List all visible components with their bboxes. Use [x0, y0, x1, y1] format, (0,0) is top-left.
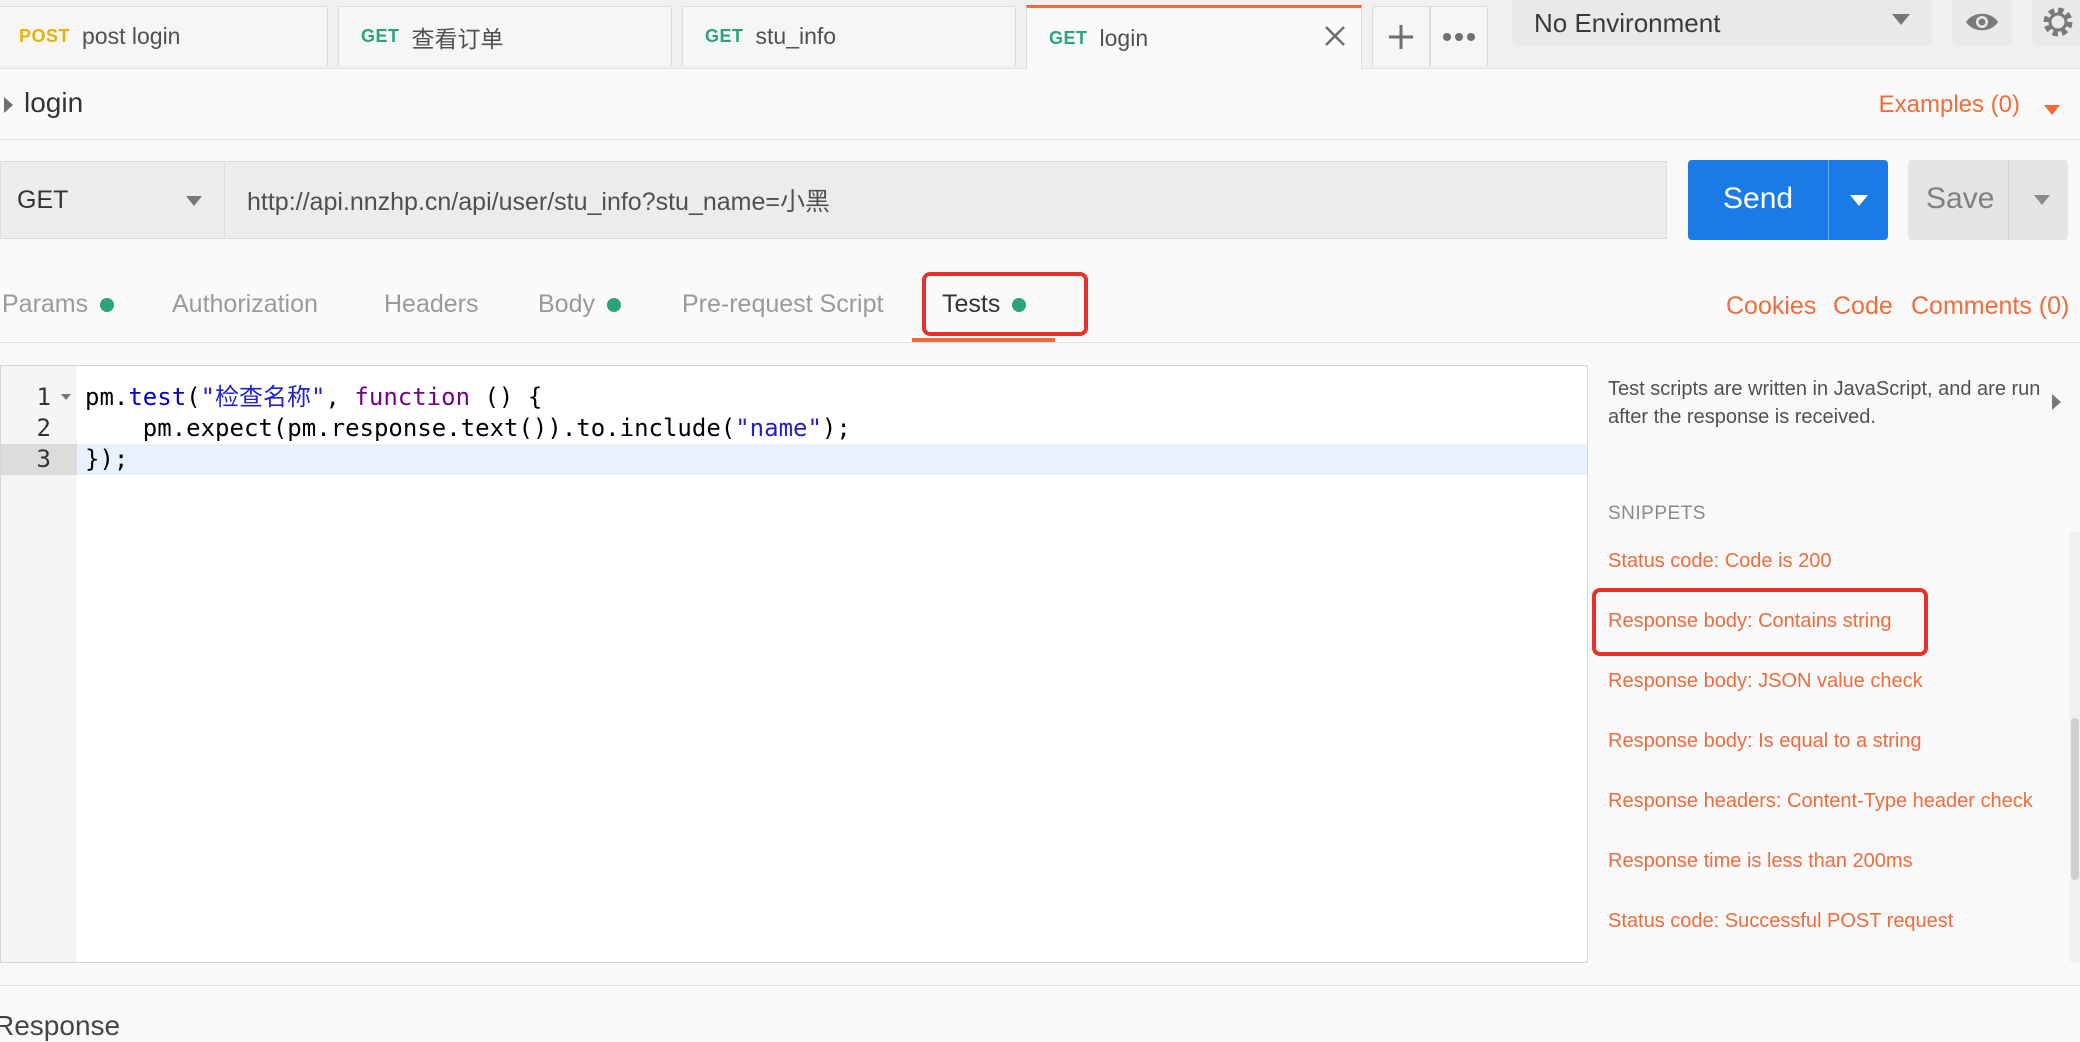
examples-link[interactable]: Examples (0) — [1879, 91, 2020, 119]
comments-link[interactable]: Comments (0) — [1911, 292, 2069, 321]
method-badge: GET — [705, 26, 744, 46]
code-link[interactable]: Code — [1833, 292, 1893, 321]
tab-label: login — [1099, 25, 1149, 51]
save-label: Save — [1926, 182, 1995, 215]
chevron-down-icon — [186, 196, 202, 206]
tab-authorization[interactable]: Authorization — [172, 290, 318, 319]
fold-caret-icon[interactable] — [61, 394, 71, 400]
send-button[interactable]: Send — [1688, 160, 1888, 240]
line-number: 2 — [36, 414, 51, 442]
tab-post-login[interactable]: POST post login — [0, 6, 328, 66]
tab-label: stu_info — [755, 23, 837, 49]
code-line-current[interactable]: 3 }); — [1, 444, 1587, 475]
close-icon[interactable] — [1321, 24, 1349, 52]
request-name[interactable]: login — [24, 87, 83, 119]
chevron-down-icon[interactable] — [2034, 195, 2050, 205]
chevron-down-icon[interactable] — [1850, 195, 1868, 206]
tab-label: Headers — [384, 290, 479, 318]
tab-label: Body — [538, 290, 595, 318]
tab-label: Params — [2, 290, 89, 318]
gutter-cell: 3 — [1, 444, 77, 475]
snippet-item[interactable]: Response body: JSON value check — [1608, 670, 1923, 693]
divider — [1828, 160, 1829, 240]
cookies-link[interactable]: Cookies — [1726, 292, 1816, 321]
chevron-down-icon[interactable] — [2044, 105, 2060, 115]
snippet-item[interactable]: Response headers: Content-Type header ch… — [1608, 790, 2033, 813]
environment-value: No Environment — [1534, 7, 1721, 38]
environment-quick-look-button[interactable] — [1952, 0, 2012, 46]
method-select[interactable]: GET — [0, 161, 225, 239]
save-button[interactable]: Save — [1908, 160, 2068, 240]
highlight-box-snippet — [1592, 588, 1928, 656]
status-dot — [606, 297, 621, 312]
tab-label: 查看订单 — [411, 25, 504, 52]
plus-icon — [1389, 24, 1413, 49]
status-dot — [100, 297, 115, 312]
more-horizontal-icon — [1443, 32, 1475, 41]
active-tab-indicator — [912, 338, 1055, 342]
collapse-panel-icon[interactable] — [2052, 394, 2061, 410]
tab-label: post login — [82, 23, 181, 49]
snippets-heading: SNIPPETS — [1608, 503, 1706, 524]
tab-label: Pre-request Script — [682, 290, 884, 318]
gutter-cell: 2 — [1, 413, 77, 444]
tab-label: Authorization — [172, 290, 318, 318]
request-title-row: login Examples (0) — [0, 69, 2080, 140]
code-line[interactable]: 2 pm.expect(pm.response.text()).to.inclu… — [1, 413, 1587, 444]
response-section-title: Response — [0, 1010, 121, 1041]
scrollbar-thumb[interactable] — [2071, 718, 2079, 880]
send-label: Send — [1723, 182, 1794, 215]
caret-right-icon[interactable] — [4, 97, 13, 113]
new-tab-button[interactable] — [1372, 6, 1430, 66]
line-number: 1 — [36, 383, 51, 411]
tab-view-orders[interactable]: GET 查看订单 — [338, 6, 672, 66]
tab-headers[interactable]: Headers — [384, 290, 479, 319]
tab-pre-request-script[interactable]: Pre-request Script — [682, 290, 883, 319]
environment-select[interactable]: No Environment — [1512, 0, 1932, 46]
eye-icon — [1966, 13, 1998, 31]
code-text: pm.expect(pm.response.text()).to.include… — [85, 414, 851, 442]
snippet-item[interactable]: Response time is less than 200ms — [1608, 850, 1913, 873]
snippet-item[interactable]: Status code: Successful POST request — [1608, 910, 1953, 933]
divider — [0, 985, 2080, 986]
chevron-down-icon — [1892, 14, 1910, 25]
tab-login[interactable]: GET login — [1026, 5, 1362, 69]
code-text: pm.test("检查名称", function () { — [85, 383, 543, 411]
url-input[interactable]: http://api.nnzhp.cn/api/user/stu_info?st… — [225, 161, 1667, 239]
method-value: GET — [17, 185, 69, 214]
highlight-box-tests — [922, 272, 1088, 336]
tab-params[interactable]: Params — [2, 290, 115, 319]
code-text: }); — [85, 445, 129, 473]
snippet-item[interactable]: Status code: Code is 200 — [1608, 550, 1831, 573]
manage-environments-button[interactable] — [2032, 0, 2080, 46]
line-number: 3 — [36, 445, 51, 473]
divider — [2008, 160, 2009, 240]
snippets-help-text: Test scripts are written in JavaScript, … — [1608, 378, 2041, 428]
method-badge: POST — [19, 26, 71, 46]
method-badge: GET — [361, 26, 400, 46]
snippet-item[interactable]: Response body: Is equal to a string — [1608, 730, 1922, 753]
gutter-cell: 1 — [1, 382, 77, 413]
tests-code-editor[interactable]: 1 pm.test("检查名称", function () { 2 pm.exp… — [0, 365, 1588, 963]
tab-options-button[interactable] — [1430, 6, 1488, 66]
tab-stu-info[interactable]: GET stu_info — [682, 6, 1016, 66]
method-badge: GET — [1049, 28, 1088, 48]
tab-body[interactable]: Body — [538, 290, 621, 319]
gear-icon — [2043, 7, 2073, 37]
code-line[interactable]: 1 pm.test("检查名称", function () { — [1, 382, 1587, 413]
url-value: http://api.nnzhp.cn/api/user/stu_info?st… — [247, 188, 830, 216]
